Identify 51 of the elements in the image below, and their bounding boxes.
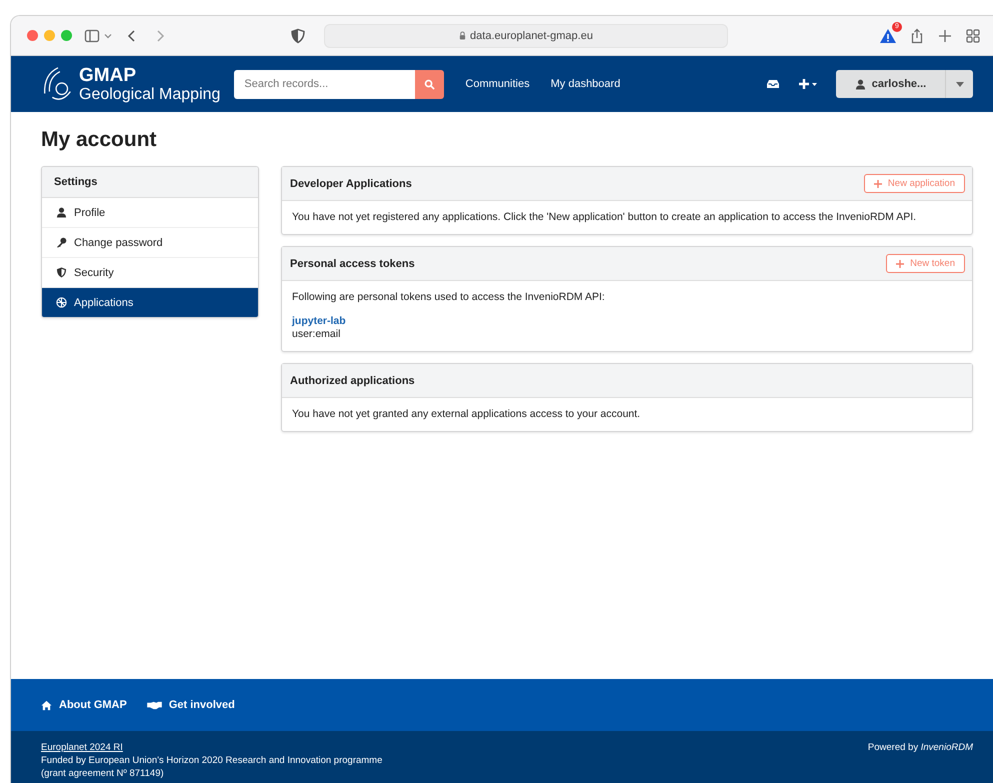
panel-title: Developer Applications	[290, 178, 412, 190]
panel-title: Authorized applications	[290, 374, 415, 386]
user-icon	[854, 78, 866, 90]
home-icon	[41, 700, 52, 710]
org-link[interactable]: Europlanet 2024 RI	[41, 742, 123, 753]
panel-title: Personal access tokens	[290, 258, 415, 270]
token-link[interactable]: jupyter-lab	[292, 315, 346, 327]
plus-menu-icon[interactable]	[798, 77, 818, 91]
panel-text: You have not yet granted any external applications access to your account.	[292, 408, 642, 420]
nav-link[interactable]: My dashboard	[550, 78, 620, 90]
search-icon	[424, 78, 436, 90]
share-icon[interactable]	[909, 28, 925, 44]
menu-header: Settings	[42, 167, 258, 198]
address-bar[interactable]: data.europlanet-gmap.eu	[324, 24, 728, 48]
logo-title: GMAP	[79, 66, 137, 84]
caret-icon	[956, 82, 964, 86]
logo-subtitle: Geological Mapping	[79, 86, 220, 102]
close-window-button[interactable]	[27, 30, 38, 41]
shield-icon[interactable]	[290, 28, 306, 44]
footer-link[interactable]: About GMAP	[41, 699, 127, 711]
plus-icon	[896, 260, 904, 268]
chevron-down-icon[interactable]	[104, 32, 112, 40]
url-text: data.europlanet-gmap.eu	[470, 30, 593, 42]
user-name: carloshe...	[872, 78, 926, 90]
key-icon	[56, 237, 67, 248]
grant-text: (grant agreement Nº 871149)	[41, 768, 165, 779]
footer-link[interactable]: Get involved	[146, 699, 235, 711]
sidebar-icon[interactable]	[84, 28, 100, 44]
powered-by-text: Powered by InvenioRDM	[868, 742, 973, 755]
sidebar-item[interactable]: Profile	[42, 198, 258, 228]
sidebar-item[interactable]: Security	[42, 258, 258, 288]
inbox-icon[interactable]	[766, 77, 780, 91]
handshake-icon	[146, 700, 162, 710]
warning-icon[interactable]	[879, 28, 897, 44]
user-menu-button[interactable]: carloshe...	[836, 70, 973, 98]
plus-icon[interactable]	[937, 28, 953, 44]
sidebar-item[interactable]: Change password	[42, 228, 258, 258]
user-icon	[56, 207, 67, 218]
search-button[interactable]	[415, 70, 444, 98]
plus-icon	[874, 180, 882, 188]
sidebar-item[interactable]: Applications	[42, 288, 258, 317]
lock-icon	[459, 31, 466, 40]
panel-text: You have not yet registered any applications. Click the 'New application' button to create an application to access the InvenioRDM API.	[292, 211, 918, 223]
search-field[interactable]: Search records...	[234, 70, 416, 98]
funding-text: Funded by European Union's Horizon 2020 Research and Innovation programme	[41, 755, 382, 766]
page-title: My account	[41, 128, 158, 152]
nav-link[interactable]: Communities	[465, 78, 530, 90]
shield-icon	[56, 267, 67, 278]
tabs-grid-icon[interactable]	[965, 28, 981, 44]
token-scope: user:email	[292, 328, 342, 340]
panel-text: Following are personal tokens used to access the InvenioRDM API:	[292, 291, 606, 303]
